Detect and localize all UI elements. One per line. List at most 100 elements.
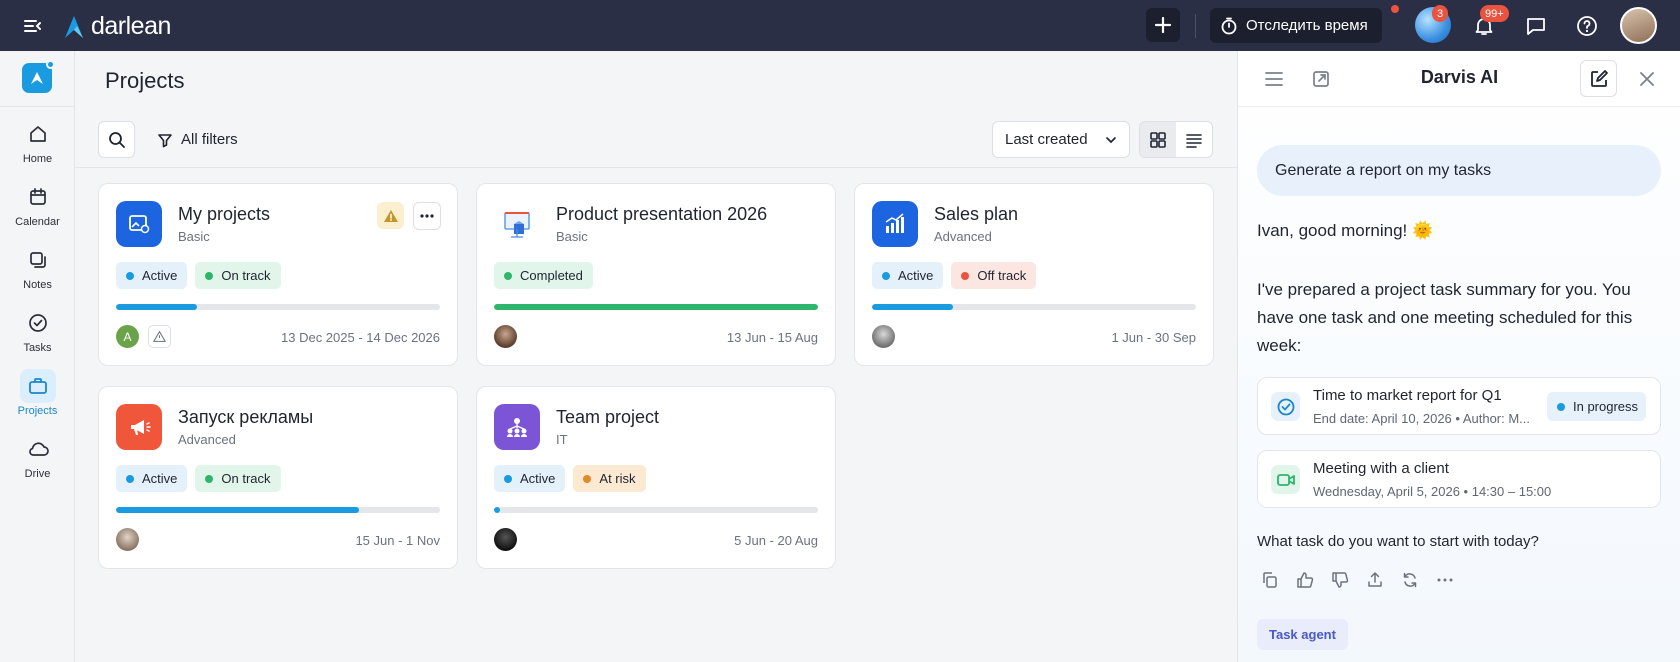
status-badge: Active (116, 465, 188, 492)
avatar[interactable] (872, 325, 895, 348)
app-switcher-icon[interactable] (22, 60, 55, 93)
progress-bar (116, 507, 440, 513)
avatar[interactable] (494, 528, 517, 551)
help-icon[interactable] (1575, 14, 1599, 38)
status-badge: Active (494, 465, 566, 492)
nav-label: Calendar (15, 216, 60, 228)
project-title: Sales plan (934, 204, 1019, 224)
project-card[interactable]: Team project IT Active At risk 5 Jun - 2… (476, 386, 836, 569)
progress-bar (872, 304, 1196, 310)
add-button[interactable] (1146, 8, 1180, 42)
warning-icon[interactable] (377, 202, 404, 229)
user-avatar[interactable] (1620, 7, 1657, 44)
ai-greeting: Ivan, good morning! 🌞 (1257, 221, 1434, 240)
nav-label: Tasks (23, 342, 52, 354)
status-label: Completed (520, 268, 583, 283)
nav-label: Drive (24, 468, 51, 480)
status-badge: Completed (494, 262, 593, 289)
status-label: At risk (599, 471, 636, 486)
task-check-icon (1271, 392, 1300, 421)
close-icon[interactable] (1633, 65, 1661, 93)
new-chat-button[interactable] (1580, 60, 1617, 97)
project-dates: 15 Jun - 1 Nov (355, 533, 440, 548)
avatar[interactable] (116, 528, 139, 551)
project-card[interactable]: My projects Basic Active On track A 13 D… (98, 183, 458, 366)
status-badge: At risk (573, 465, 646, 492)
folder-image-icon (116, 201, 162, 247)
share-icon[interactable] (1365, 570, 1385, 590)
project-title: My projects (178, 204, 271, 224)
presentation-icon (494, 201, 540, 247)
logo-text: darlean (91, 12, 171, 40)
task-subtitle: End date: April 10, 2026 • Author: M... (1313, 411, 1531, 426)
all-filters-button[interactable]: All filters (157, 121, 238, 158)
ai-panel-header: Darvis AI (1238, 51, 1680, 107)
meeting-title: Meeting with a client (1313, 460, 1449, 477)
task-title: Time to market report for Q1 (1313, 387, 1502, 404)
task-card[interactable]: Time to market report for Q1 End date: A… (1257, 377, 1661, 435)
megaphone-icon (116, 404, 162, 450)
avatar[interactable]: A (116, 325, 139, 348)
thumbs-up-icon[interactable] (1295, 570, 1315, 590)
progress-bar (494, 304, 818, 310)
progress-fill (494, 304, 818, 310)
project-dates: 1 Jun - 30 Sep (1111, 330, 1196, 345)
progress-bar (116, 304, 440, 310)
chat-icon[interactable] (1524, 14, 1548, 38)
compose-icon (1590, 69, 1608, 87)
status-dot (882, 271, 890, 280)
project-card[interactable]: Product presentation 2026 Basic Complete… (476, 183, 836, 366)
recording-dot (1391, 5, 1399, 13)
tasks-icon (20, 306, 56, 340)
ai-question: What task do you want to start with toda… (1257, 533, 1539, 550)
projects-icon (19, 369, 56, 403)
project-dates: 13 Jun - 15 Aug (726, 330, 818, 345)
task-agent-chip[interactable]: Task agent (1257, 619, 1348, 650)
track-time-button[interactable]: Отследить время (1210, 8, 1382, 43)
notes-icon (20, 243, 56, 277)
collapse-menu-icon[interactable] (22, 15, 44, 37)
project-type: Advanced (178, 432, 236, 447)
status-badge: On track (195, 262, 281, 289)
grid-icon (1150, 131, 1166, 148)
nav-item-home[interactable]: Home (0, 117, 75, 173)
sort-dropdown[interactable]: Last created (992, 121, 1130, 158)
meeting-card[interactable]: Meeting with a client Wednesday, April 5… (1257, 450, 1661, 508)
chevron-down-icon (1106, 136, 1116, 143)
regenerate-icon[interactable] (1400, 570, 1420, 590)
stopwatch-icon (1221, 17, 1237, 34)
project-dates: 5 Jun - 20 Aug (734, 533, 818, 548)
status-tags: Active On track (116, 465, 281, 492)
notification-dot (46, 60, 55, 69)
status-label: Off track (977, 268, 1027, 283)
status-tags: Active Off track (872, 262, 1037, 289)
search-button[interactable] (98, 121, 135, 158)
status-label: On track (221, 471, 271, 486)
nav-item-projects[interactable]: Projects (0, 369, 75, 425)
nav-item-calendar[interactable]: Calendar (0, 180, 75, 236)
nav-item-drive[interactable]: Drive (0, 432, 75, 488)
avatar[interactable] (494, 325, 517, 348)
grid-view-button[interactable] (1140, 122, 1176, 157)
cloud-icon (20, 432, 56, 466)
warning-icon (148, 325, 171, 348)
nav-item-notes[interactable]: Notes (0, 243, 75, 299)
projects-main: Projects All filters Last created My pro… (75, 51, 1237, 662)
top-bar: darlean Отследить время 3 99+ (0, 0, 1680, 51)
copy-icon[interactable] (1260, 570, 1280, 590)
more-options-button[interactable] (413, 202, 441, 230)
divider (1195, 14, 1196, 38)
status-label: Active (898, 268, 934, 283)
project-card[interactable]: Sales plan Advanced Active Off track 1 J… (854, 183, 1214, 366)
plus-icon (1154, 16, 1172, 34)
status-label: Active (520, 471, 556, 486)
nav-item-tasks[interactable]: Tasks (0, 306, 75, 362)
list-view-button[interactable] (1176, 122, 1212, 157)
project-card[interactable]: Запуск рекламы Advanced Active On track … (98, 386, 458, 569)
nav-label: Home (22, 153, 53, 165)
nav-label: Notes (23, 279, 52, 291)
app-logo[interactable]: darlean (63, 12, 171, 41)
thumbs-down-icon[interactable] (1330, 570, 1350, 590)
logo-icon (65, 15, 83, 38)
more-icon[interactable] (1435, 570, 1455, 590)
